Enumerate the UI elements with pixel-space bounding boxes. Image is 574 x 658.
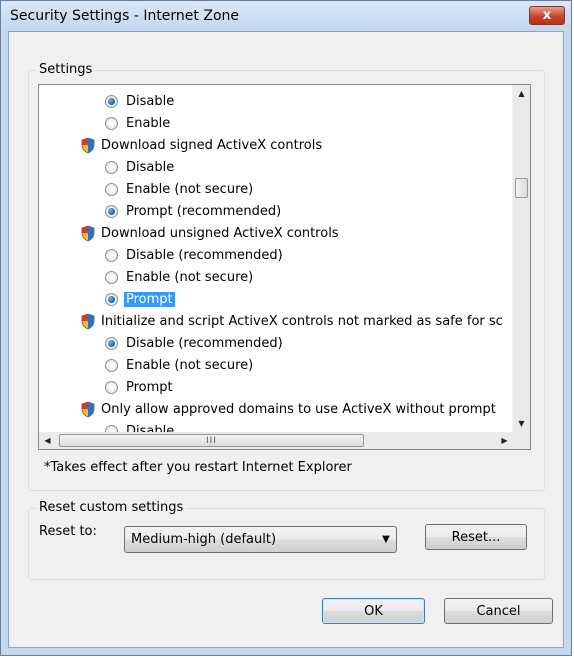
radio-button[interactable]	[105, 160, 118, 174]
setting-label: Enable (not secure)	[126, 357, 254, 373]
setting-option[interactable]: Prompt	[105, 288, 175, 310]
setting-option[interactable]: Enable (not secure)	[105, 178, 253, 200]
setting-option[interactable]: Disable	[105, 90, 174, 112]
close-icon: x	[542, 8, 552, 23]
vertical-scrollbar[interactable]: ▲ ▼	[512, 85, 530, 432]
setting-option[interactable]: Disable	[105, 156, 174, 178]
setting-label: Disable	[126, 93, 175, 109]
setting-label: Enable	[126, 115, 171, 131]
setting-option[interactable]: Enable	[105, 112, 170, 134]
setting-label: Prompt (recommended)	[126, 203, 282, 219]
reset-to-label: Reset to:	[39, 524, 97, 539]
setting-option[interactable]: Disable (recommended)	[105, 244, 283, 266]
cancel-button[interactable]: Cancel	[444, 598, 553, 624]
restart-note: *Takes effect after you restart Internet…	[44, 460, 352, 475]
setting-option[interactable]: Enable (not secure)	[105, 266, 253, 288]
shield-icon	[81, 225, 95, 241]
scrollbar-corner	[513, 432, 530, 449]
reset-level-value: Medium-high (default)	[131, 532, 277, 547]
setting-label: Initialize and script ActiveX controls n…	[101, 313, 503, 329]
reset-group-label: Reset custom settings	[36, 500, 187, 515]
setting-option[interactable]: Disable (recommended)	[105, 332, 283, 354]
setting-heading: Download unsigned ActiveX controls	[81, 222, 339, 244]
setting-label: Enable (not secure)	[126, 181, 254, 197]
reset-level-dropdown[interactable]: Medium-high (default) ▼	[124, 526, 397, 553]
shield-icon	[81, 137, 95, 153]
radio-button[interactable]	[105, 116, 118, 130]
settings-list[interactable]: Disable Enable Download signed ActiveX con…	[38, 84, 531, 450]
setting-option[interactable]: Prompt	[105, 376, 173, 398]
horizontal-scroll-thumb[interactable]: III	[59, 434, 364, 447]
radio-button[interactable]	[105, 424, 118, 432]
setting-label: Only allow approved domains to use Activ…	[101, 401, 496, 417]
scroll-up-icon[interactable]: ▲	[513, 85, 530, 102]
reset-button[interactable]: Reset...	[425, 524, 527, 550]
setting-label: Enable (not secure)	[126, 269, 254, 285]
setting-label: Download unsigned ActiveX controls	[101, 225, 339, 241]
setting-label: Prompt	[126, 379, 173, 395]
shield-icon	[81, 401, 95, 417]
setting-heading: Download signed ActiveX controls	[81, 134, 322, 156]
radio-button[interactable]	[105, 94, 118, 108]
reset-button-label: Reset...	[451, 529, 501, 545]
scroll-grip-icon: III	[206, 435, 217, 446]
setting-heading: Initialize and script ActiveX controls n…	[81, 310, 503, 332]
radio-button[interactable]	[105, 336, 118, 350]
radio-button[interactable]	[105, 182, 118, 196]
radio-button[interactable]	[105, 270, 118, 284]
cancel-button-label: Cancel	[476, 603, 521, 619]
settings-group-label: Settings	[36, 62, 96, 77]
setting-label: Download signed ActiveX controls	[101, 137, 323, 153]
setting-option[interactable]: Prompt (recommended)	[105, 200, 281, 222]
setting-label: Disable	[126, 159, 175, 175]
horizontal-scrollbar[interactable]: ◀ III ▶	[39, 432, 513, 449]
setting-label: Disable (recommended)	[126, 247, 283, 263]
radio-button[interactable]	[105, 380, 118, 394]
scroll-left-icon[interactable]: ◀	[39, 432, 56, 449]
setting-label: Disable	[126, 423, 175, 433]
setting-label: Disable (recommended)	[126, 335, 283, 351]
setting-heading: Only allow approved domains to use Activ…	[81, 398, 496, 420]
chevron-down-icon: ▼	[382, 534, 390, 545]
radio-button[interactable]	[105, 292, 118, 306]
setting-label: Prompt	[124, 291, 175, 307]
vertical-scroll-thumb[interactable]	[515, 178, 528, 198]
setting-option[interactable]: Disable	[105, 420, 174, 432]
close-button[interactable]: x	[529, 6, 565, 25]
ok-button[interactable]: OK	[322, 598, 425, 624]
shield-icon	[81, 313, 95, 329]
setting-option[interactable]: Enable (not secure)	[105, 354, 253, 376]
radio-button[interactable]	[105, 248, 118, 262]
scroll-down-icon[interactable]: ▼	[513, 415, 530, 432]
settings-list-content: Disable Enable Download signed ActiveX con…	[39, 85, 513, 432]
scroll-right-icon[interactable]: ▶	[496, 432, 513, 449]
window-title: Security Settings - Internet Zone	[10, 8, 239, 24]
radio-button[interactable]	[105, 204, 118, 218]
radio-button[interactable]	[105, 358, 118, 372]
title-bar[interactable]: Security Settings - Internet Zone x	[1, 1, 571, 31]
ok-button-label: OK	[364, 603, 383, 619]
